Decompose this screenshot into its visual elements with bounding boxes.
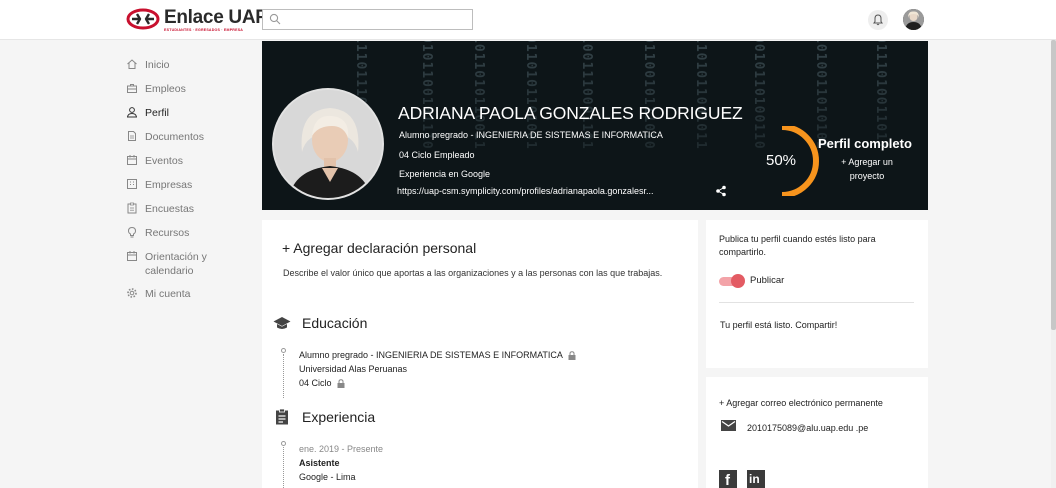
experience-section-header: Experiencia: [273, 409, 375, 425]
completion-title: Perfil completo: [818, 136, 912, 151]
survey-icon: [127, 202, 137, 214]
completion-percent: 50%: [766, 152, 797, 169]
sidebar-item-inicio[interactable]: Inicio: [126, 54, 246, 78]
add-permanent-email-link[interactable]: + Agregar correo electrónico permanente: [719, 398, 883, 408]
experience-dates-text: ene. 2019 - Presente: [299, 444, 384, 454]
avatar-image-icon: [903, 9, 924, 30]
add-project-link[interactable]: + Agregar un proyecto: [827, 155, 907, 183]
timeline-line: [283, 354, 284, 398]
publish-card: Publica tu perfil cuando estés listo par…: [706, 220, 928, 368]
education-school: Universidad Alas Peruanas: [299, 364, 407, 374]
publish-toggle[interactable]: [719, 274, 745, 288]
sidebar-item-label: Documentos: [145, 131, 204, 143]
sidebar-item-empresas[interactable]: Empresas: [126, 174, 246, 198]
sidebar-item-label: Empleos: [145, 83, 186, 95]
facebook-glyph: f: [725, 472, 730, 488]
experience-role: Asistente: [299, 458, 340, 468]
education-cycle: 04 Ciclo: [299, 378, 345, 388]
publish-description: Publica tu perfil cuando estés listo par…: [719, 234, 876, 257]
home-icon: [127, 59, 137, 69]
profile-experience: Experiencia en Google: [399, 169, 491, 179]
search-input[interactable]: [285, 11, 470, 28]
sidebar-item-recursos[interactable]: Recursos: [126, 222, 246, 246]
profile-name: ADRIANA PAOLA GONZALES RODRIGUEZ: [398, 103, 743, 123]
profile-url[interactable]: https://uap-csm.symplicity.com/profiles/…: [397, 186, 653, 196]
search-icon: [269, 13, 281, 25]
experience-title: Experiencia: [302, 409, 376, 425]
sidebar-item-orientacion[interactable]: Orientación y calendario: [126, 246, 246, 283]
calendar-icon: [127, 155, 137, 165]
profile-main-card: + Agregar declaración personal Describe …: [262, 220, 698, 488]
bell-icon: [873, 14, 883, 26]
gear-icon: [127, 288, 137, 298]
linkedin-glyph: in: [749, 472, 760, 486]
sidebar-item-label: Orientación y calendario: [145, 251, 207, 277]
logo-subtitle: ESTUDIANTES · EGRESADOS · EMPRESA: [164, 28, 244, 32]
publish-label: Publicar: [750, 275, 785, 286]
experience-company-text: Google - Lima: [299, 472, 356, 482]
facebook-icon[interactable]: f: [719, 470, 737, 488]
divider: [719, 302, 914, 303]
education-section-header: Educación: [273, 315, 367, 331]
lock-icon: [337, 378, 345, 388]
user-avatar[interactable]: [903, 9, 924, 30]
scrollbar-thumb[interactable]: [1051, 40, 1056, 330]
briefcase-icon: [127, 84, 137, 93]
search-box[interactable]: [262, 9, 473, 30]
sidebar-nav: Inicio Empleos Perfil Documentos Eventos…: [126, 54, 246, 307]
experience-dates: ene. 2019 - Presente: [299, 444, 383, 454]
calendar-icon: [127, 251, 137, 261]
profile-cycle: 04 Ciclo Empleado: [399, 150, 475, 160]
sidebar-item-label: Perfil: [145, 107, 169, 119]
mail-icon: [721, 420, 736, 431]
logo-text: Enlace UAP: [164, 7, 268, 28]
profile-program: Alumno pregrado - INGENIERIA DE SISTEMAS…: [399, 130, 663, 140]
sidebar-item-label: Empresas: [145, 179, 193, 191]
experience-role-text: Asistente: [299, 458, 340, 468]
lightbulb-icon: [127, 226, 137, 238]
experience-company: Google - Lima: [299, 472, 356, 482]
timeline-line: [283, 447, 284, 488]
sidebar-item-encuestas[interactable]: Encuestas: [126, 198, 246, 222]
top-bar: Enlace UAP ESTUDIANTES · EGRESADOS · EMP…: [0, 0, 1056, 40]
contact-card: + Agregar correo electrónico permanente …: [706, 377, 928, 488]
sidebar-item-label: Inicio: [145, 59, 170, 71]
profile-banner: 1110111001101 0101100101110 101101011001…: [262, 41, 928, 210]
education-title: Educación: [302, 315, 368, 331]
building-icon: [127, 179, 137, 189]
logo-mark-icon: [126, 8, 160, 30]
share-icon[interactable]: [715, 185, 727, 197]
document-icon: [128, 131, 136, 141]
sidebar-item-label: Recursos: [145, 227, 190, 239]
sidebar-item-perfil[interactable]: Perfil: [126, 102, 246, 126]
lock-icon: [568, 350, 576, 360]
timeline-dot: [281, 348, 286, 353]
sidebar-item-eventos[interactable]: Eventos: [126, 150, 246, 174]
sidebar-item-empleos[interactable]: Empleos: [126, 78, 246, 102]
education-cycle-text: 04 Ciclo: [299, 378, 332, 388]
toggle-knob: [731, 274, 745, 288]
graduation-cap-icon: [273, 317, 291, 329]
email-address: 2010175089@alu.uap.edu .pe: [747, 423, 869, 433]
education-school-text: Universidad Alas Peruanas: [299, 364, 408, 374]
statement-description: Describe el valor único que aportas a la…: [283, 268, 663, 278]
add-personal-statement-button[interactable]: + Agregar declaración personal: [282, 240, 476, 256]
education-program-text: Alumno pregrado - INGENIERIA DE SISTEMAS…: [299, 350, 563, 360]
education-program: Alumno pregrado - INGENIERIA DE SISTEMAS…: [299, 350, 576, 360]
clipboard-icon: [276, 409, 288, 425]
profile-portrait-icon: [274, 90, 382, 198]
page-scrollbar[interactable]: [1051, 40, 1056, 488]
enlace-uap-logo[interactable]: Enlace UAP ESTUDIANTES · EGRESADOS · EMP…: [126, 6, 268, 36]
sidebar-item-mi-cuenta[interactable]: Mi cuenta: [126, 283, 246, 307]
profile-photo[interactable]: [272, 88, 384, 200]
profile-ready-share-link[interactable]: Tu perfil está listo. Compartir!: [720, 320, 837, 330]
sidebar-item-label: Mi cuenta: [145, 288, 191, 300]
sidebar-item-label: Encuestas: [145, 203, 195, 215]
timeline-dot: [281, 441, 286, 446]
linkedin-icon[interactable]: in: [747, 470, 765, 488]
sidebar-item-documentos[interactable]: Documentos: [126, 126, 246, 150]
person-icon: [127, 107, 137, 118]
notifications-button[interactable]: [868, 10, 888, 30]
sidebar-item-label: Eventos: [145, 155, 183, 167]
